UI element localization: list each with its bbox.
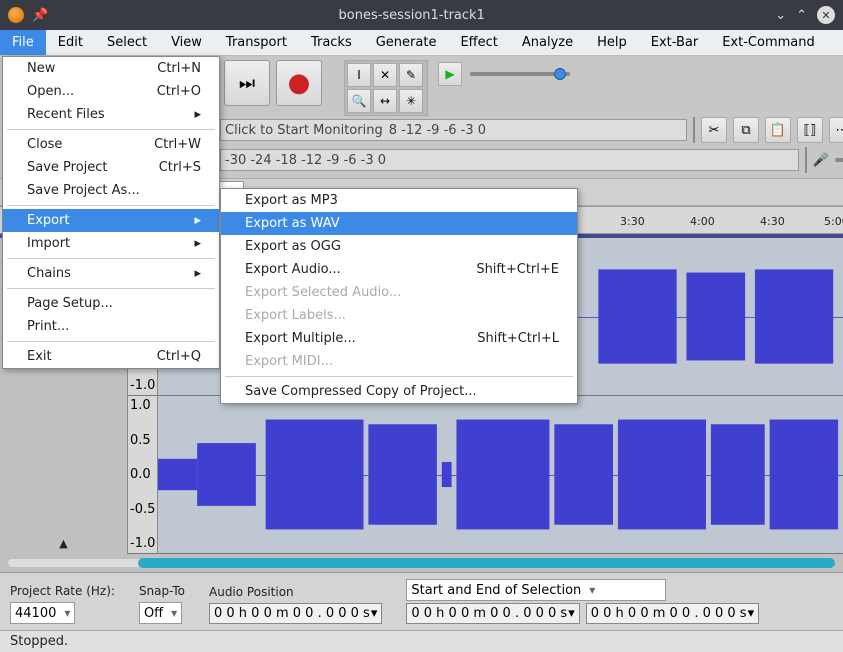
window-title: bones-session1-track1 bbox=[48, 8, 775, 23]
menubar: File Edit Select View Transport Tracks G… bbox=[0, 30, 843, 56]
menu-item-recent-files[interactable]: Recent Files bbox=[3, 103, 219, 126]
audio-position-timecode[interactable]: 0 0 h 0 0 m 0 0 . 0 0 0 s▾ bbox=[209, 603, 382, 624]
menu-effect[interactable]: Effect bbox=[448, 30, 509, 55]
menu-extbar[interactable]: Ext-Bar bbox=[639, 30, 710, 55]
trim-icon[interactable]: ⟦⟧ bbox=[797, 117, 823, 143]
close-icon[interactable]: ✕ bbox=[817, 6, 835, 24]
minimize-icon[interactable]: ⌄ bbox=[775, 8, 786, 23]
menu-item-export-audio-[interactable]: Export Audio...Shift+Ctrl+E bbox=[221, 258, 577, 281]
menu-item-export-labels-: Export Labels... bbox=[221, 304, 577, 327]
record-meter[interactable]: Click to Start Monitoring8 -12 -9 -6 -3 … bbox=[220, 119, 687, 141]
menu-item-page-setup-[interactable]: Page Setup... bbox=[3, 292, 219, 315]
project-rate-label: Project Rate (Hz): bbox=[10, 584, 115, 598]
selection-mode-combo[interactable]: Start and End of Selection bbox=[406, 579, 666, 601]
menu-item-export-as-mp3[interactable]: Export as MP3 bbox=[221, 189, 577, 212]
menu-item-import[interactable]: Import bbox=[3, 232, 219, 255]
maximize-icon[interactable]: ⌃ bbox=[796, 8, 807, 23]
menu-item-export-multiple-[interactable]: Export Multiple...Shift+Ctrl+L bbox=[221, 327, 577, 350]
app-icon bbox=[8, 7, 24, 23]
menu-item-chains[interactable]: Chains bbox=[3, 262, 219, 285]
menu-item-export-selected-audio-: Export Selected Audio... bbox=[221, 281, 577, 304]
menu-item-new[interactable]: NewCtrl+N bbox=[3, 57, 219, 80]
skip-end-button[interactable]: ⏭ bbox=[224, 60, 270, 106]
play-speed-slider[interactable] bbox=[470, 72, 570, 76]
menu-view[interactable]: View bbox=[159, 30, 214, 55]
selection-toolbar: Project Rate (Hz): 44100 Snap-To Off Aud… bbox=[0, 572, 843, 630]
project-rate-combo[interactable]: 44100 bbox=[10, 602, 75, 624]
mic-icon: 🎤 bbox=[813, 153, 829, 168]
play-button[interactable]: ▶ bbox=[438, 62, 462, 86]
menu-item-save-compressed-copy-of-project-[interactable]: Save Compressed Copy of Project... bbox=[221, 380, 577, 403]
playback-meter[interactable]: -30 -24 -18 -12 -9 -6 -3 0 bbox=[220, 149, 799, 171]
menu-transport[interactable]: Transport bbox=[214, 30, 299, 55]
menu-item-save-project[interactable]: Save ProjectCtrl+S bbox=[3, 156, 219, 179]
menu-select[interactable]: Select bbox=[95, 30, 159, 55]
timeshift-tool-icon[interactable]: ↔ bbox=[373, 89, 397, 113]
file-menu: NewCtrl+NOpen...Ctrl+ORecent Files CloseC… bbox=[2, 56, 220, 369]
multi-tool-icon[interactable]: ✳ bbox=[399, 89, 423, 113]
menu-item-export[interactable]: Export bbox=[3, 209, 219, 232]
menu-item-print-[interactable]: Print... bbox=[3, 315, 219, 338]
pin-icon[interactable]: 📌 bbox=[32, 8, 48, 23]
titlebar: 📌 bones-session1-track1 ⌄ ⌃ ✕ bbox=[0, 0, 843, 30]
record-volume-slider[interactable] bbox=[835, 158, 843, 162]
status-text: Stopped. bbox=[10, 634, 68, 649]
collapse-icon[interactable]: ▲ bbox=[4, 537, 123, 550]
silence-icon[interactable]: ⋯ bbox=[829, 117, 843, 143]
menu-analyze[interactable]: Analyze bbox=[510, 30, 585, 55]
menu-item-export-as-wav[interactable]: Export as WAV bbox=[221, 212, 577, 235]
audio-position-label: Audio Position bbox=[209, 585, 382, 599]
envelope-tool-icon[interactable]: ✕ bbox=[373, 63, 397, 87]
selection-start-timecode[interactable]: 0 0 h 0 0 m 0 0 . 0 0 0 s▾ bbox=[406, 603, 579, 624]
menu-item-save-project-as-[interactable]: Save Project As... bbox=[3, 179, 219, 202]
waveform-channel-right[interactable]: 1.0 0.5 0.0 -0.5 -1.0 bbox=[128, 396, 843, 554]
menu-edit[interactable]: Edit bbox=[46, 30, 95, 55]
snap-to-label: Snap-To bbox=[139, 584, 185, 598]
selection-end-timecode[interactable]: 0 0 h 0 0 m 0 0 . 0 0 0 s▾ bbox=[586, 603, 759, 624]
menu-tracks[interactable]: Tracks bbox=[299, 30, 364, 55]
menu-extcommand[interactable]: Ext-Command bbox=[710, 30, 827, 55]
snap-to-combo[interactable]: Off bbox=[139, 602, 182, 624]
cut-icon[interactable]: ✂ bbox=[701, 117, 727, 143]
copy-icon[interactable]: ⧉ bbox=[733, 117, 759, 143]
menu-item-export-midi-: Export MIDI... bbox=[221, 350, 577, 373]
menu-generate[interactable]: Generate bbox=[364, 30, 449, 55]
export-submenu: Export as MP3Export as WAVExport as OGGE… bbox=[220, 188, 578, 404]
record-button[interactable]: ● bbox=[276, 60, 322, 106]
paste-icon[interactable]: 📋 bbox=[765, 117, 791, 143]
menu-help[interactable]: Help bbox=[585, 30, 639, 55]
menu-item-open-[interactable]: Open...Ctrl+O bbox=[3, 80, 219, 103]
menu-item-exit[interactable]: ExitCtrl+Q bbox=[3, 345, 219, 368]
draw-tool-icon[interactable]: ✎ bbox=[399, 63, 423, 87]
menu-item-close[interactable]: CloseCtrl+W bbox=[3, 133, 219, 156]
scrollbar-thumb[interactable] bbox=[138, 558, 835, 568]
tools-toolbox: I ✕ ✎ 🔍 ↔ ✳ bbox=[344, 60, 428, 116]
zoom-tool-icon[interactable]: 🔍 bbox=[347, 89, 371, 113]
menu-item-export-as-ogg[interactable]: Export as OGG bbox=[221, 235, 577, 258]
menu-file[interactable]: File bbox=[0, 30, 46, 55]
selection-tool-icon[interactable]: I bbox=[347, 63, 371, 87]
horizontal-scrollbar[interactable] bbox=[0, 554, 843, 572]
